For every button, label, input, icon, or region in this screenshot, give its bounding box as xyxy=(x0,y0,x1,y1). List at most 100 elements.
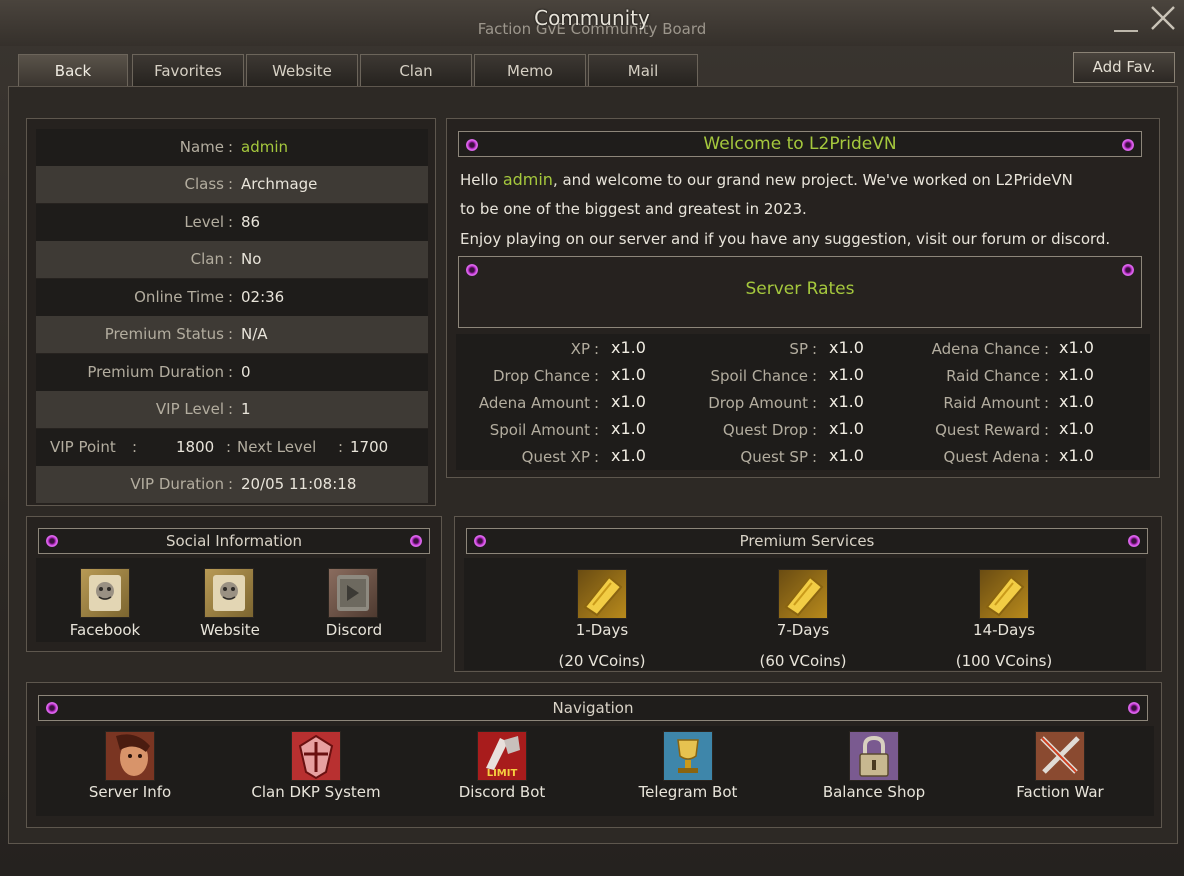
orb-icon xyxy=(1122,139,1134,151)
rate-value: x1.0 xyxy=(829,419,864,438)
info-value-name: admin xyxy=(241,138,288,156)
social-website-label[interactable]: Website xyxy=(180,621,280,639)
premium-title: Premium Services xyxy=(739,532,875,550)
orb-icon xyxy=(1128,702,1140,714)
tab-clan[interactable]: Clan xyxy=(360,54,472,86)
info-colon: : xyxy=(228,138,234,156)
tab-memo[interactable]: Memo xyxy=(474,54,586,86)
rate-label: Adena Chance xyxy=(931,340,1040,358)
premium-header: Premium Services xyxy=(466,528,1148,554)
info-row-premium-duration: Premium Duration : 0 xyxy=(36,354,428,391)
rate-colon: : xyxy=(1044,421,1050,439)
rate-colon: : xyxy=(812,448,818,466)
welcome-line-3: Enjoy playing on our server and if you h… xyxy=(460,230,1111,248)
info-colon: : xyxy=(228,363,234,381)
website-tiger-scroll-icon[interactable] xyxy=(204,568,254,618)
premium-7-days-label[interactable]: 7-Days xyxy=(753,621,853,639)
info-label: VIP Level xyxy=(155,400,224,418)
minimize-button[interactable] xyxy=(1112,8,1138,32)
add-fav-button[interactable]: Add Fav. xyxy=(1073,52,1175,83)
limit-icon[interactable]: LIMIT xyxy=(477,731,527,781)
info-colon: : xyxy=(228,250,234,268)
info-value-class: Archmage xyxy=(241,175,318,193)
premium-1-days-label[interactable]: 1-Days xyxy=(552,621,652,639)
close-button[interactable] xyxy=(1148,4,1178,34)
rate-colon: : xyxy=(812,340,818,358)
info-value-clan: No xyxy=(241,250,262,268)
orb-icon xyxy=(466,264,478,276)
golden-ticket-icon[interactable] xyxy=(778,569,828,619)
rate-value: x1.0 xyxy=(829,392,864,411)
info-label: Online Time xyxy=(134,288,224,306)
golden-ticket-icon[interactable] xyxy=(577,569,627,619)
facebook-tiger-scroll-icon[interactable] xyxy=(80,568,130,618)
info-colon: : xyxy=(338,438,344,456)
rate-value: x1.0 xyxy=(1059,446,1094,465)
info-colon: : xyxy=(228,175,234,193)
vip-point-label: VIP Point xyxy=(50,438,116,456)
info-colon: : xyxy=(228,400,234,418)
nav-faction-war-label[interactable]: Faction War xyxy=(990,783,1130,801)
rate-colon: : xyxy=(812,421,818,439)
rate-label: Quest Adena xyxy=(943,448,1040,466)
clan-crest-icon[interactable] xyxy=(291,731,341,781)
padlock-icon[interactable] xyxy=(849,731,899,781)
rate-value: x1.0 xyxy=(611,365,646,384)
rate-value: x1.0 xyxy=(611,419,646,438)
tab-mail[interactable]: Mail xyxy=(588,54,698,86)
social-facebook-label[interactable]: Facebook xyxy=(55,621,155,639)
crossed-swords-icon[interactable] xyxy=(1035,731,1085,781)
info-label: VIP Duration xyxy=(130,475,224,493)
rate-value: x1.0 xyxy=(1059,365,1094,384)
rate-label: XP xyxy=(570,340,590,358)
community-window: Faction GvE Community Board Community Ba… xyxy=(0,0,1184,876)
navigation-strip xyxy=(36,726,1154,816)
info-label: Level xyxy=(184,213,224,231)
nav-balance-shop-label[interactable]: Balance Shop xyxy=(804,783,944,801)
tab-favorites[interactable]: Favorites xyxy=(132,54,244,86)
discord-scroll-icon[interactable] xyxy=(328,568,378,618)
rate-label: Drop Chance xyxy=(492,367,590,385)
rate-label: Quest Reward xyxy=(935,421,1040,439)
welcome-header: Welcome to L2PrideVN xyxy=(458,131,1142,157)
window-title: Community xyxy=(534,6,650,30)
server-rates-header: Server Rates xyxy=(458,256,1142,328)
info-label: Premium Status xyxy=(104,325,224,343)
server-rates-title: Server Rates xyxy=(745,279,855,299)
rate-label: Spoil Amount xyxy=(489,421,590,439)
nav-clan-dkp-label[interactable]: Clan DKP System xyxy=(226,783,406,801)
navigation-title: Navigation xyxy=(552,699,634,717)
nav-server-info-label[interactable]: Server Info xyxy=(60,783,200,801)
info-value-premium-status: N/A xyxy=(241,325,268,343)
golden-ticket-icon[interactable] xyxy=(979,569,1029,619)
info-label: Premium Duration xyxy=(87,363,224,381)
info-row-vip-level: VIP Level : 1 xyxy=(36,391,428,428)
rate-label: Drop Amount xyxy=(708,394,808,412)
rate-label: Quest Drop xyxy=(722,421,808,439)
rate-label: Spoil Chance xyxy=(710,367,808,385)
info-row-level: Level : 86 xyxy=(36,204,428,241)
nav-telegram-bot-label[interactable]: Telegram Bot xyxy=(618,783,758,801)
title-bar[interactable]: Faction GvE Community Board Community xyxy=(0,0,1184,46)
rate-colon: : xyxy=(812,394,818,412)
rate-value: x1.0 xyxy=(611,392,646,411)
trophy-icon[interactable] xyxy=(663,731,713,781)
social-discord-label[interactable]: Discord xyxy=(304,621,404,639)
info-row-clan: Clan : No xyxy=(36,241,428,278)
info-label: Clan xyxy=(190,250,224,268)
premium-14-days-label[interactable]: 14-Days xyxy=(954,621,1054,639)
limit-icon-text: LIMIT xyxy=(486,768,518,779)
orb-icon xyxy=(46,535,58,547)
server-info-portrait-icon[interactable] xyxy=(105,731,155,781)
info-label: Class xyxy=(184,175,224,193)
tab-back[interactable]: Back xyxy=(18,54,128,86)
welcome-line-2: to be one of the biggest and greatest in… xyxy=(460,200,807,218)
tab-website[interactable]: Website xyxy=(246,54,358,86)
orb-icon xyxy=(474,535,486,547)
info-value-online-time: 02:36 xyxy=(241,288,285,306)
info-colon: : xyxy=(228,213,234,231)
orb-icon xyxy=(46,702,58,714)
nav-discord-bot-label[interactable]: Discord Bot xyxy=(432,783,572,801)
rate-colon: : xyxy=(1044,394,1050,412)
premium-1-days-price: (20 VCoins) xyxy=(558,652,646,670)
